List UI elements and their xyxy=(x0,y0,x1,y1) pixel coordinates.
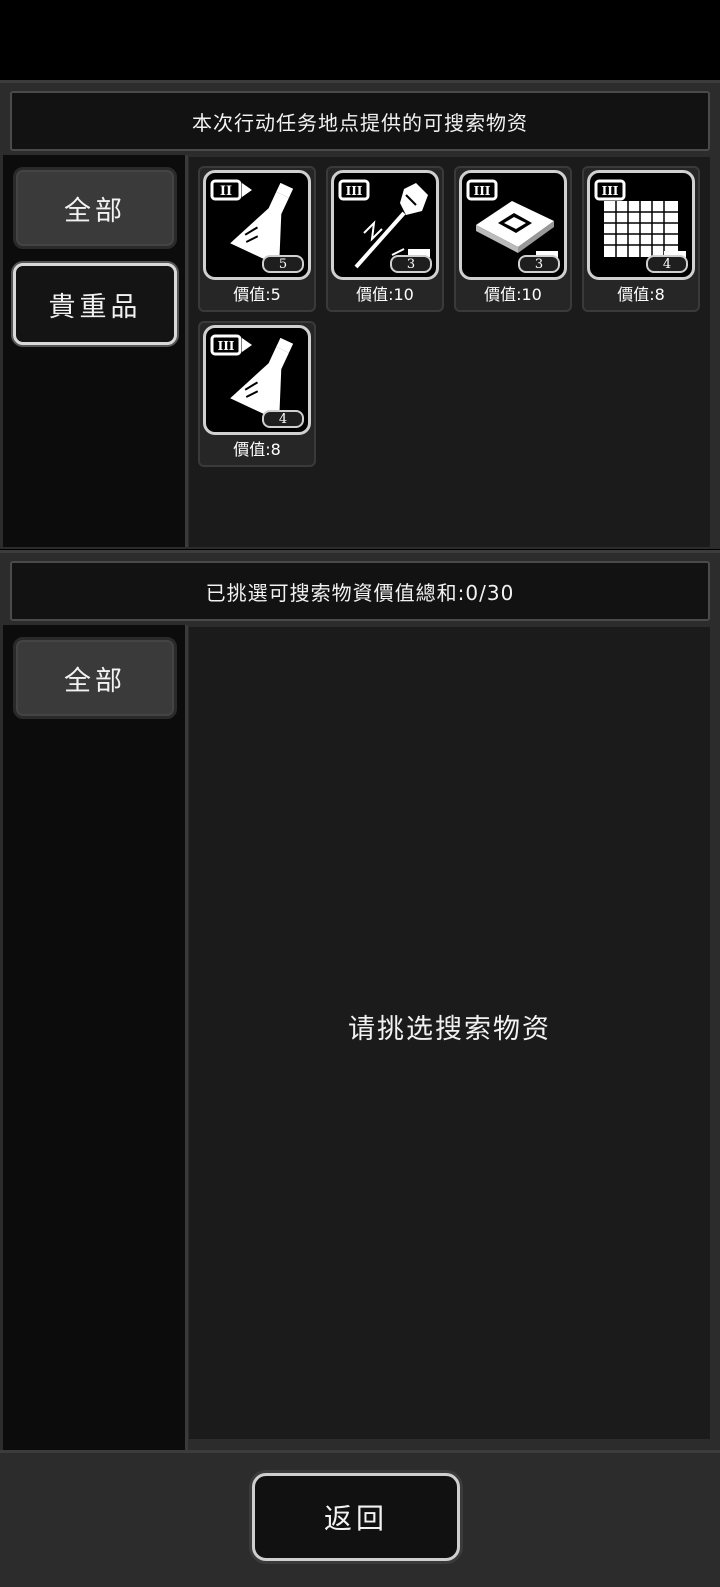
back-button-label: 返回 xyxy=(323,1502,388,1535)
item-value-label: 價值:5 xyxy=(233,285,281,304)
item-card[interactable]: III 4 價值:8 xyxy=(582,166,700,312)
mace-icon: III 3 xyxy=(331,170,439,280)
available-supplies-title: 本次行动任务地点提供的可搜索物资 xyxy=(192,110,528,135)
flask-icon: III 4 xyxy=(203,325,311,435)
svg-text:III: III xyxy=(346,184,363,198)
item-value-label: 價值:8 xyxy=(617,285,665,304)
chip-icon: III 3 xyxy=(459,170,567,280)
item-value-label: 價值:10 xyxy=(356,285,414,304)
selected-items-area: 请挑选搜索物资 xyxy=(189,627,710,1439)
svg-text:II: II xyxy=(220,184,232,199)
tab-valuables-label: 貴重品 xyxy=(48,291,142,323)
svg-text:III: III xyxy=(474,184,491,198)
available-supplies-panel: 本次行动任务地点提供的可搜索物资 全部 貴重品 II 5 價值:5 III 3 … xyxy=(0,80,720,549)
item-card[interactable]: III 3 價值:10 xyxy=(454,166,572,312)
item-card[interactable]: III 4 價值:8 xyxy=(198,321,316,467)
item-quantity-badge: 3 xyxy=(518,255,560,273)
item-quantity-badge: 4 xyxy=(646,255,688,273)
svg-text:III: III xyxy=(218,339,235,353)
item-card[interactable]: III 3 價值:10 xyxy=(326,166,444,312)
item-quantity-badge: 4 xyxy=(262,410,304,428)
tab-all-top-label: 全部 xyxy=(64,195,126,227)
item-value-label: 價值:8 xyxy=(233,440,281,459)
item-quantity-badge: 3 xyxy=(390,255,432,273)
tab-all-top[interactable]: 全部 xyxy=(13,167,177,249)
footer-bar: 返回 xyxy=(0,1450,720,1587)
top-category-sidebar: 全部 貴重品 xyxy=(3,155,188,547)
svg-text:III: III xyxy=(602,184,619,198)
item-quantity-badge: 5 xyxy=(262,255,304,273)
selected-supplies-header: 已挑選可搜索物資價值總和:0/30 xyxy=(10,561,710,621)
tab-all-bottom-label: 全部 xyxy=(64,665,126,697)
tab-all-bottom[interactable]: 全部 xyxy=(13,637,177,719)
available-items-grid: II 5 價值:5 III 3 價值:10 III 3 價值:10 III 4 … xyxy=(189,157,710,547)
item-value-label: 價值:10 xyxy=(484,285,542,304)
empty-selection-message: 请挑选搜索物资 xyxy=(348,1014,551,1045)
grid-sheet-icon: III 4 xyxy=(587,170,695,280)
selected-total-label: 已挑選可搜索物資價值總和:0/30 xyxy=(205,580,515,605)
flask-icon: II 5 xyxy=(203,170,311,280)
back-button[interactable]: 返回 xyxy=(252,1473,460,1561)
available-supplies-header: 本次行动任务地点提供的可搜索物资 xyxy=(10,91,710,151)
item-card[interactable]: II 5 價值:5 xyxy=(198,166,316,312)
tab-valuables[interactable]: 貴重品 xyxy=(13,263,177,345)
selected-supplies-panel: 已挑選可搜索物資價值總和:0/30 全部 请挑选搜索物资 xyxy=(0,550,720,1453)
bottom-category-sidebar: 全部 xyxy=(3,625,188,1453)
